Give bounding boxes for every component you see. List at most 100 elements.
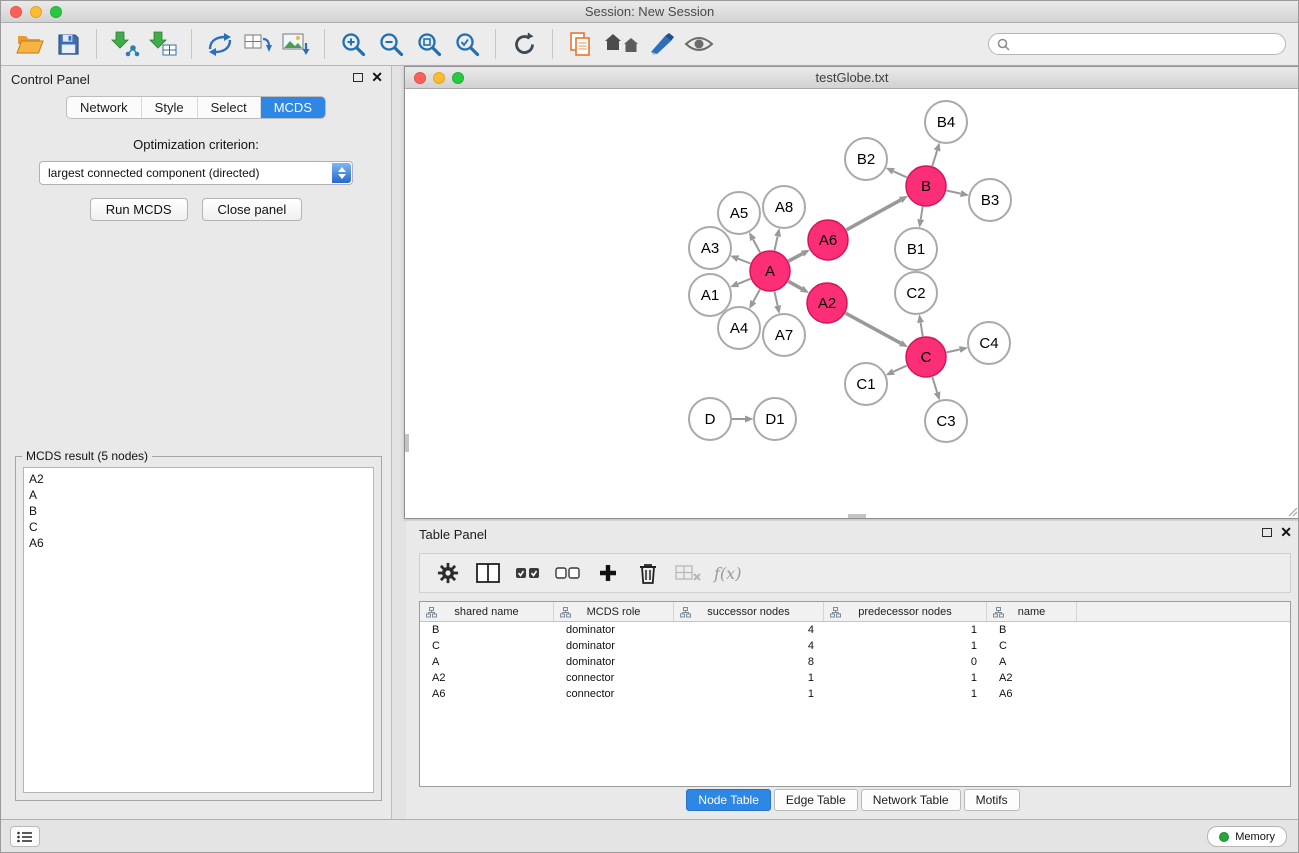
table-tab-network-table[interactable]: Network Table	[861, 789, 961, 811]
node-A4[interactable]: A4	[718, 307, 760, 349]
close-panel-icon[interactable]: ✕	[371, 72, 383, 82]
zoom-window-button[interactable]	[50, 6, 62, 18]
style-brush-button[interactable]	[645, 26, 677, 62]
mcds-result-item[interactable]: A2	[29, 471, 368, 487]
close-panel-icon[interactable]: ✕	[1280, 527, 1292, 537]
delete-table-button-disabled[interactable]	[673, 557, 703, 589]
node-A5[interactable]: A5	[718, 192, 760, 234]
table-tab-edge-table[interactable]: Edge Table	[774, 789, 858, 811]
mcds-result-list[interactable]: A2ABCA6	[23, 467, 374, 793]
function-builder-button[interactable]: f(x)	[714, 564, 741, 583]
control-tab-select[interactable]: Select	[197, 97, 260, 118]
table-row[interactable]: Cdominator41C	[420, 638, 1290, 654]
memory-button[interactable]: Memory	[1207, 826, 1287, 847]
edge-B-B4[interactable]	[932, 151, 937, 166]
new-table-button[interactable]	[242, 26, 274, 62]
edge-A-A5[interactable]	[753, 240, 760, 253]
close-window-button[interactable]	[10, 6, 22, 18]
edge-A-A6[interactable]	[789, 254, 803, 261]
edge-A-A8[interactable]	[775, 236, 778, 250]
import-table-button[interactable]	[147, 26, 179, 62]
node-C[interactable]: C	[906, 337, 946, 377]
show-column-button[interactable]	[473, 557, 503, 589]
run-mcds-button[interactable]: Run MCDS	[90, 198, 188, 221]
zoom-in-button[interactable]	[337, 26, 369, 62]
table-row[interactable]: A6connector11A6	[420, 686, 1290, 702]
node-C4[interactable]: C4	[968, 322, 1010, 364]
search-input[interactable]	[1016, 37, 1277, 51]
table-settings-button[interactable]	[433, 557, 463, 589]
zoom-selected-button[interactable]	[451, 26, 483, 62]
node-C3[interactable]: C3	[925, 400, 967, 442]
edge-B-B1[interactable]	[921, 207, 923, 220]
edge-A-A3[interactable]	[738, 259, 750, 264]
node-A3[interactable]: A3	[689, 227, 731, 269]
show-panels-button[interactable]	[10, 826, 40, 847]
minimize-window-button[interactable]	[30, 6, 42, 18]
network-overview-button[interactable]	[603, 26, 639, 62]
node-A[interactable]: A	[750, 251, 790, 291]
node-D1[interactable]: D1	[754, 398, 796, 440]
node-A7[interactable]: A7	[763, 314, 805, 356]
zoom-out-button[interactable]	[375, 26, 407, 62]
criterion-dropdown[interactable]: largest connected component (directed)	[39, 161, 353, 185]
show-hide-button[interactable]	[683, 26, 715, 62]
edge-A-A4[interactable]	[753, 289, 760, 301]
table-row[interactable]: A2connector11A2	[420, 670, 1290, 686]
close-panel-button[interactable]: Close panel	[202, 198, 303, 221]
edge-A-A1[interactable]	[738, 279, 751, 284]
network-minimize-button[interactable]	[433, 72, 445, 84]
column-header-MCDS-role[interactable]: MCDS role	[554, 602, 674, 621]
column-header-shared-name[interactable]: shared name	[420, 602, 554, 621]
new-network-button[interactable]	[204, 26, 236, 62]
control-tab-network[interactable]: Network	[67, 97, 141, 118]
node-B3[interactable]: B3	[969, 179, 1011, 221]
resize-corner-icon[interactable]	[1286, 505, 1298, 517]
network-canvas[interactable]: B4B2BB3A5A8A6A3B1AC2A1A2A4A7C4CC1DD1C3	[405, 89, 1299, 518]
table-row[interactable]: Adominator80A	[420, 654, 1290, 670]
edge-C-C2[interactable]	[921, 323, 923, 337]
deselect-all-button[interactable]	[553, 557, 583, 589]
node-B[interactable]: B	[906, 166, 946, 206]
network-close-button[interactable]	[414, 72, 426, 84]
delete-column-button[interactable]	[633, 557, 663, 589]
node-A2[interactable]: A2	[807, 283, 847, 323]
mcds-result-item[interactable]: C	[29, 519, 368, 535]
mcds-result-item[interactable]: A6	[29, 535, 368, 551]
edge-A-A7[interactable]	[775, 292, 778, 306]
horizontal-scrollbar-thumb[interactable]	[848, 514, 866, 518]
edge-B-B2[interactable]	[893, 171, 906, 177]
mcds-result-item[interactable]: A	[29, 487, 368, 503]
edge-A-A2[interactable]	[788, 281, 801, 289]
edge-C-C4[interactable]	[947, 350, 960, 353]
column-header-name[interactable]: name	[987, 602, 1077, 621]
float-panel-icon[interactable]	[353, 73, 363, 82]
toolbar-search[interactable]	[988, 33, 1286, 55]
node-C2[interactable]: C2	[895, 272, 937, 314]
control-tab-style[interactable]: Style	[141, 97, 197, 118]
network-zoom-button[interactable]	[452, 72, 464, 84]
mcds-result-item[interactable]: B	[29, 503, 368, 519]
edge-A2-C[interactable]	[845, 313, 900, 343]
vertical-scrollbar-thumb[interactable]	[405, 434, 409, 452]
node-B4[interactable]: B4	[925, 101, 967, 143]
refresh-view-button[interactable]	[508, 26, 540, 62]
export-image-button[interactable]	[280, 26, 312, 62]
edge-B-B3[interactable]	[947, 191, 961, 194]
table-tab-node-table[interactable]: Node Table	[686, 789, 771, 811]
open-session-button[interactable]	[14, 26, 46, 62]
float-panel-icon[interactable]	[1262, 528, 1272, 537]
network-window-titlebar[interactable]: testGlobe.txt	[405, 67, 1299, 89]
node-B2[interactable]: B2	[845, 138, 887, 180]
edge-A6-B[interactable]	[846, 200, 900, 230]
import-network-button[interactable]	[109, 26, 141, 62]
node-A1[interactable]: A1	[689, 274, 731, 316]
edge-C-C1[interactable]	[893, 366, 906, 372]
column-header-successor-nodes[interactable]: successor nodes	[674, 602, 824, 621]
select-all-button[interactable]	[513, 557, 543, 589]
table-row[interactable]: Bdominator41B	[420, 622, 1290, 638]
node-A8[interactable]: A8	[763, 186, 805, 228]
node-A6[interactable]: A6	[808, 220, 848, 260]
zoom-fit-button[interactable]	[413, 26, 445, 62]
control-tab-mcds[interactable]: MCDS	[260, 97, 325, 118]
